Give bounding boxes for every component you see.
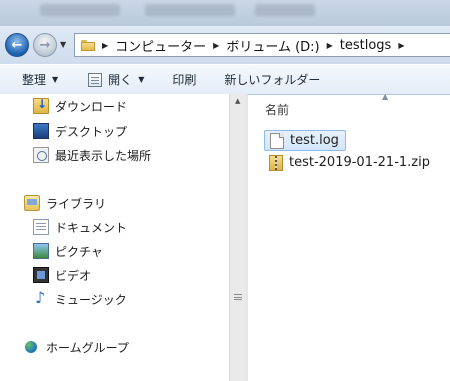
nav-item-documents[interactable]: ドキュメント — [33, 217, 127, 237]
blurred-title-text — [255, 4, 315, 16]
print-label: 印刷 — [172, 73, 197, 87]
chevron-down-icon: ▼ — [52, 75, 59, 84]
pictures-icon — [33, 243, 49, 259]
breadcrumb-volume-d[interactable]: ボリューム (D:) — [226, 36, 319, 55]
download-folder-icon — [33, 97, 49, 114]
blurred-title-text — [145, 4, 235, 16]
nav-item-label: 最近表示した場所 — [55, 148, 152, 163]
nav-item-label: ドキュメント — [55, 220, 128, 235]
documents-icon — [33, 219, 49, 235]
breadcrumb-computer[interactable]: コンピューター — [115, 36, 206, 55]
scrollbar-grip-icon[interactable] — [234, 294, 242, 300]
folder-icon — [81, 39, 95, 51]
breadcrumb-testlogs[interactable]: testlogs — [340, 38, 392, 53]
file-item[interactable]: test-2019-01-21-1.zip — [264, 152, 430, 173]
nav-item-label: デスクトップ — [55, 124, 128, 139]
organize-label: 整理 — [22, 73, 47, 87]
organize-button[interactable]: 整理 ▼ — [22, 71, 58, 88]
back-button[interactable]: ← — [5, 33, 29, 57]
open-label: 開く — [108, 73, 133, 87]
column-header-name[interactable]: 名前 — [265, 101, 289, 118]
nav-item-label: ダウンロード — [55, 99, 128, 114]
nav-item-desktop[interactable]: デスクトップ — [33, 121, 127, 141]
library-icon — [24, 195, 40, 211]
nav-item-music[interactable]: ミュージック — [33, 288, 127, 309]
nav-pane-scrollbar[interactable]: ▲ — [229, 94, 246, 381]
nav-item-label: ピクチャ — [55, 244, 103, 259]
forward-button[interactable]: → — [33, 33, 57, 57]
blurred-title-text — [40, 4, 120, 16]
file-name: test.log — [290, 133, 339, 148]
nav-item-downloads[interactable]: ダウンロード — [33, 96, 127, 116]
recent-places-icon — [33, 147, 49, 163]
open-button[interactable]: 開く ▼ — [88, 71, 144, 88]
pane-splitter[interactable] — [246, 94, 248, 381]
breadcrumb-separator-icon[interactable]: ▶ — [327, 41, 333, 50]
desktop-icon — [33, 123, 49, 139]
nav-item-label: ミュージック — [55, 292, 127, 307]
file-item[interactable]: test.log — [264, 130, 346, 151]
scroll-up-icon[interactable]: ▲ — [235, 97, 240, 105]
recent-pages-dropdown-icon[interactable]: ▼ — [60, 40, 66, 49]
new-folder-label: 新しいフォルダー — [224, 73, 321, 87]
homegroup-icon — [24, 339, 40, 355]
nav-item-label: ビデオ — [55, 268, 92, 283]
back-arrow-icon: ← — [11, 37, 23, 53]
new-folder-button[interactable]: 新しいフォルダー — [224, 71, 320, 88]
music-icon — [33, 288, 49, 307]
videos-icon — [33, 267, 49, 283]
nav-item-pictures[interactable]: ピクチャ — [33, 241, 103, 261]
file-name: test-2019-01-21-1.zip — [289, 155, 430, 170]
nav-item-videos[interactable]: ビデオ — [33, 265, 91, 285]
nav-item-libraries[interactable]: ライブラリ — [24, 193, 106, 213]
breadcrumb-separator-icon[interactable]: ▶ — [213, 41, 219, 50]
breadcrumb-separator-icon[interactable]: ▶ — [398, 41, 404, 50]
nav-item-homegroup[interactable]: ホームグループ — [24, 337, 129, 357]
open-document-icon — [88, 72, 103, 87]
breadcrumb-separator-icon[interactable]: ▶ — [102, 41, 108, 50]
command-bar: 整理 ▼ 開く ▼ 印刷 新しいフォルダー — [0, 64, 450, 95]
text-file-icon — [270, 132, 284, 149]
nav-item-recent-places[interactable]: 最近表示した場所 — [33, 145, 151, 165]
sort-ascending-icon: ▲ — [382, 92, 389, 101]
nav-item-label: ホームグループ — [46, 340, 129, 355]
nav-item-label: ライブラリ — [46, 196, 107, 211]
zip-file-icon — [269, 154, 283, 171]
forward-arrow-icon: → — [39, 37, 51, 53]
chevron-down-icon: ▼ — [138, 75, 145, 84]
window-title-bar — [0, 0, 450, 26]
print-button[interactable]: 印刷 — [172, 71, 196, 88]
address-bar[interactable]: ▶ コンピューター ▶ ボリューム (D:) ▶ testlogs ▶ — [74, 33, 450, 57]
